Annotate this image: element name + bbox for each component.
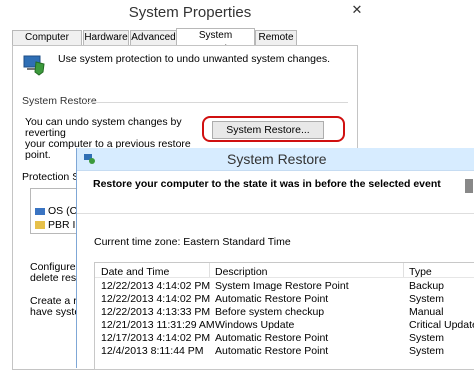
cell-type: Critical Update (409, 319, 474, 331)
tab-computer-name[interactable]: Computer Name (12, 30, 82, 57)
dialog-header: Restore your computer to the state it wa… (77, 171, 474, 214)
create-line-2: have syste (30, 306, 81, 318)
intro-text: Use system protection to undo unwanted s… (58, 53, 330, 65)
cell-date: 12/22/2013 4:13:33 PM (101, 306, 211, 318)
cell-type: Backup (409, 280, 445, 292)
tab-remote[interactable]: Remote (255, 30, 297, 45)
group-divider (86, 102, 348, 103)
cell-date: 12/21/2013 11:31:29 AM (101, 319, 215, 331)
cell-type: System (409, 332, 445, 344)
system-restore-icon (84, 154, 95, 164)
header-divider (95, 277, 474, 278)
create-description: Create a re have syste (30, 296, 83, 318)
cell-type: System (409, 293, 445, 305)
timezone-label: Current time zone: Eastern Standard Time (94, 236, 291, 248)
cell-description: Automatic Restore Point (215, 332, 329, 344)
drive-icon (35, 207, 45, 215)
tab-advanced[interactable]: Advanced (130, 30, 177, 45)
column-separator (403, 263, 404, 277)
cell-type: System (409, 345, 445, 357)
dialog-heading: Restore your computer to the state it wa… (93, 178, 441, 190)
system-restore-desc-line-1: You can undo system changes by reverting (25, 116, 182, 139)
cell-description: Automatic Restore Point (215, 345, 329, 357)
cell-type: Manual (409, 306, 444, 318)
drive-item[interactable]: OS (C: (35, 205, 80, 217)
system-protection-icon (23, 55, 45, 76)
cell-description: Automatic Restore Point (215, 293, 329, 305)
cell-date: 12/4/2013 8:11:44 PM (101, 345, 204, 357)
system-restore-group-label: System Restore (22, 95, 97, 107)
column-separator (209, 263, 210, 277)
cell-date: 12/22/2013 4:14:02 PM (101, 280, 211, 292)
cell-description: Before system checkup (215, 306, 325, 318)
folder-icon (35, 221, 45, 230)
red-highlight-outline (202, 116, 345, 142)
close-button[interactable]: ✕ (336, 0, 378, 20)
dialog-title: System Restore (227, 151, 327, 167)
header-icon (465, 179, 473, 193)
cell-date: 12/17/2013 4:14:02 PM (101, 332, 211, 344)
cell-description: System Image Restore Point (215, 280, 349, 292)
restore-points-table[interactable]: Date and Time Description Type 12/22/201… (94, 262, 474, 370)
system-properties-titlebar[interactable]: System Properties (0, 0, 474, 28)
system-restore-titlebar[interactable]: System Restore (77, 148, 474, 171)
tab-hardware[interactable]: Hardware (83, 30, 129, 45)
cell-description: Windows Update (215, 319, 295, 331)
window-title: System Properties (128, 4, 252, 21)
tab-system-protection[interactable]: System Protection (176, 28, 255, 55)
cell-date: 12/22/2013 4:14:02 PM (101, 293, 211, 305)
